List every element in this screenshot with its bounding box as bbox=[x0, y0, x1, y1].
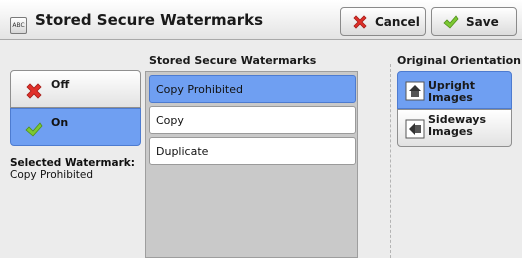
red-x-icon bbox=[26, 83, 42, 99]
sideways-images-label: Sideways Images bbox=[428, 113, 486, 138]
upright-images-button[interactable]: Upright Images bbox=[397, 71, 512, 109]
upright-house-icon bbox=[405, 81, 425, 101]
check-icon bbox=[25, 122, 43, 137]
abc-icon: ABC bbox=[10, 17, 27, 34]
red-x-icon bbox=[353, 15, 367, 29]
selected-watermark-readout: Selected Watermark: Copy Prohibited bbox=[10, 157, 145, 181]
on-label: On bbox=[51, 116, 69, 129]
watermark-list-header: Stored Secure Watermarks bbox=[149, 54, 317, 67]
cancel-label: Cancel bbox=[375, 15, 420, 29]
save-button[interactable]: Save bbox=[431, 7, 517, 36]
on-button[interactable]: On bbox=[10, 108, 141, 146]
check-icon bbox=[443, 15, 459, 29]
page-title: Stored Secure Watermarks bbox=[35, 11, 264, 29]
list-item-copy-prohibited[interactable]: Copy Prohibited bbox=[149, 75, 356, 103]
save-label: Save bbox=[466, 15, 499, 29]
off-label: Off bbox=[51, 78, 70, 91]
selected-watermark-label: Selected Watermark: bbox=[10, 157, 135, 169]
selected-watermark-value: Copy Prohibited bbox=[10, 169, 94, 181]
title-bar: ABC Stored Secure Watermarks Cancel Save bbox=[0, 0, 522, 40]
watermark-list: Copy Prohibited Copy Duplicate bbox=[145, 71, 358, 258]
upright-images-label: Upright Images bbox=[428, 79, 475, 104]
list-item-copy[interactable]: Copy bbox=[149, 106, 356, 134]
cancel-button[interactable]: Cancel bbox=[340, 7, 426, 36]
column-divider bbox=[390, 64, 391, 258]
sideways-images-button[interactable]: Sideways Images bbox=[397, 109, 512, 147]
orientation-header: Original Orientation bbox=[397, 54, 521, 67]
off-button[interactable]: Off bbox=[10, 70, 141, 108]
sideways-house-icon bbox=[405, 119, 425, 139]
list-item-duplicate[interactable]: Duplicate bbox=[149, 137, 356, 165]
